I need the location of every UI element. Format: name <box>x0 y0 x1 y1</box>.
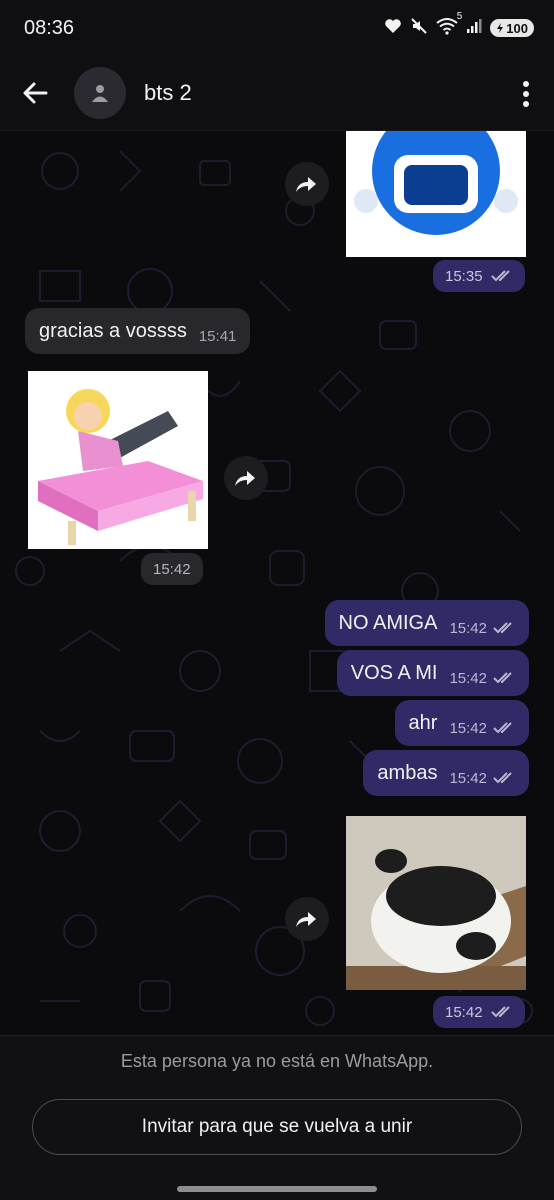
wifi-band-label: 5 <box>456 10 463 22</box>
message-time: 15:35 <box>445 267 483 285</box>
cell-signal-icon <box>466 18 482 39</box>
chat-title[interactable]: bts 2 <box>144 80 192 106</box>
whatsapp-chat-screen: 08:36 5 100 bts 2 15:35 gracias a vossss… <box>0 0 554 1200</box>
heart-icon <box>384 18 402 39</box>
read-checkmarks-icon <box>493 622 512 634</box>
message-text: ahr <box>408 711 438 734</box>
message-text: NO AMIGA <box>338 611 438 634</box>
message-time: 15:42 <box>449 719 487 737</box>
message-bubble-outgoing[interactable]: VOS A MI 15:42 <box>336 650 529 696</box>
message-time-chip: 15:42 <box>141 553 203 585</box>
message-time-chip: 15:35 <box>433 260 525 292</box>
image-message-panda[interactable] <box>346 816 526 990</box>
message-meta: 15:42 <box>449 770 515 787</box>
read-checkmarks-icon <box>493 672 512 684</box>
forward-icon <box>296 177 316 192</box>
message-time: 15:42 <box>449 619 487 637</box>
message-bubble-outgoing[interactable]: ambas 15:42 <box>363 750 529 796</box>
back-button[interactable] <box>0 56 70 130</box>
message-meta: 15:42 <box>449 670 515 687</box>
contact-avatar[interactable] <box>74 67 126 119</box>
forward-icon <box>235 471 255 486</box>
message-meta: 15:42 <box>449 620 515 637</box>
chat-area[interactable]: 15:35 gracias a vossss 15:41 15:42 NO AM… <box>0 131 554 1035</box>
status-icons: 5 100 <box>384 11 534 40</box>
message-meta: 15:41 <box>199 328 237 345</box>
chat-header: bts 2 <box>0 56 554 131</box>
image-message-blue-smiley[interactable] <box>346 131 526 257</box>
blue-smiley-sticker <box>354 131 518 235</box>
battery-indicator: 100 <box>490 19 534 37</box>
read-checkmarks-icon <box>490 1006 510 1018</box>
forward-button[interactable] <box>224 456 268 500</box>
panda-photo <box>346 816 526 990</box>
message-time: 15:42 <box>449 669 487 687</box>
battery-level: 100 <box>506 20 528 36</box>
message-time: 15:42 <box>153 560 191 578</box>
forward-button[interactable] <box>285 897 329 941</box>
message-time: 15:42 <box>445 1003 483 1021</box>
message-bubble-incoming[interactable]: gracias a vossss 15:41 <box>25 308 251 354</box>
read-checkmarks-icon <box>490 270 510 282</box>
message-text: ambas <box>377 761 438 784</box>
back-arrow-icon <box>23 82 48 104</box>
forward-icon <box>296 912 316 927</box>
home-indicator[interactable] <box>177 1186 377 1192</box>
message-text: gracias a vossss <box>39 319 187 342</box>
read-checkmarks-icon <box>493 722 512 734</box>
message-bubble-outgoing[interactable]: NO AMIGA 15:42 <box>324 600 529 646</box>
girl-on-pink-bed-sticker <box>38 389 203 545</box>
status-time: 08:36 <box>24 16 75 39</box>
more-vertical-icon <box>523 81 529 107</box>
mute-icon <box>410 17 428 40</box>
status-bar: 08:36 5 100 <box>0 0 554 56</box>
message-time: 15:42 <box>449 769 487 787</box>
charging-icon <box>497 23 504 33</box>
message-meta: 15:42 <box>449 720 515 737</box>
message-time: 15:41 <box>198 327 237 345</box>
forward-button[interactable] <box>285 162 329 206</box>
chat-footer: Esta persona ya no está en WhatsApp. Inv… <box>0 1035 554 1200</box>
more-options-button[interactable] <box>514 74 538 114</box>
message-bubble-outgoing[interactable]: ahr 15:42 <box>394 700 529 746</box>
image-message-girl-bed[interactable] <box>28 371 208 549</box>
wifi-icon: 5 <box>436 11 462 40</box>
message-text: VOS A MI <box>350 661 438 684</box>
invite-button[interactable]: Invitar para que se vuelva a unir <box>32 1099 522 1155</box>
read-checkmarks-icon <box>493 772 512 784</box>
person-icon <box>92 85 108 102</box>
contact-unavailable-note: Esta persona ya no está en WhatsApp. <box>120 1051 434 1071</box>
message-time-chip: 15:42 <box>433 996 525 1028</box>
